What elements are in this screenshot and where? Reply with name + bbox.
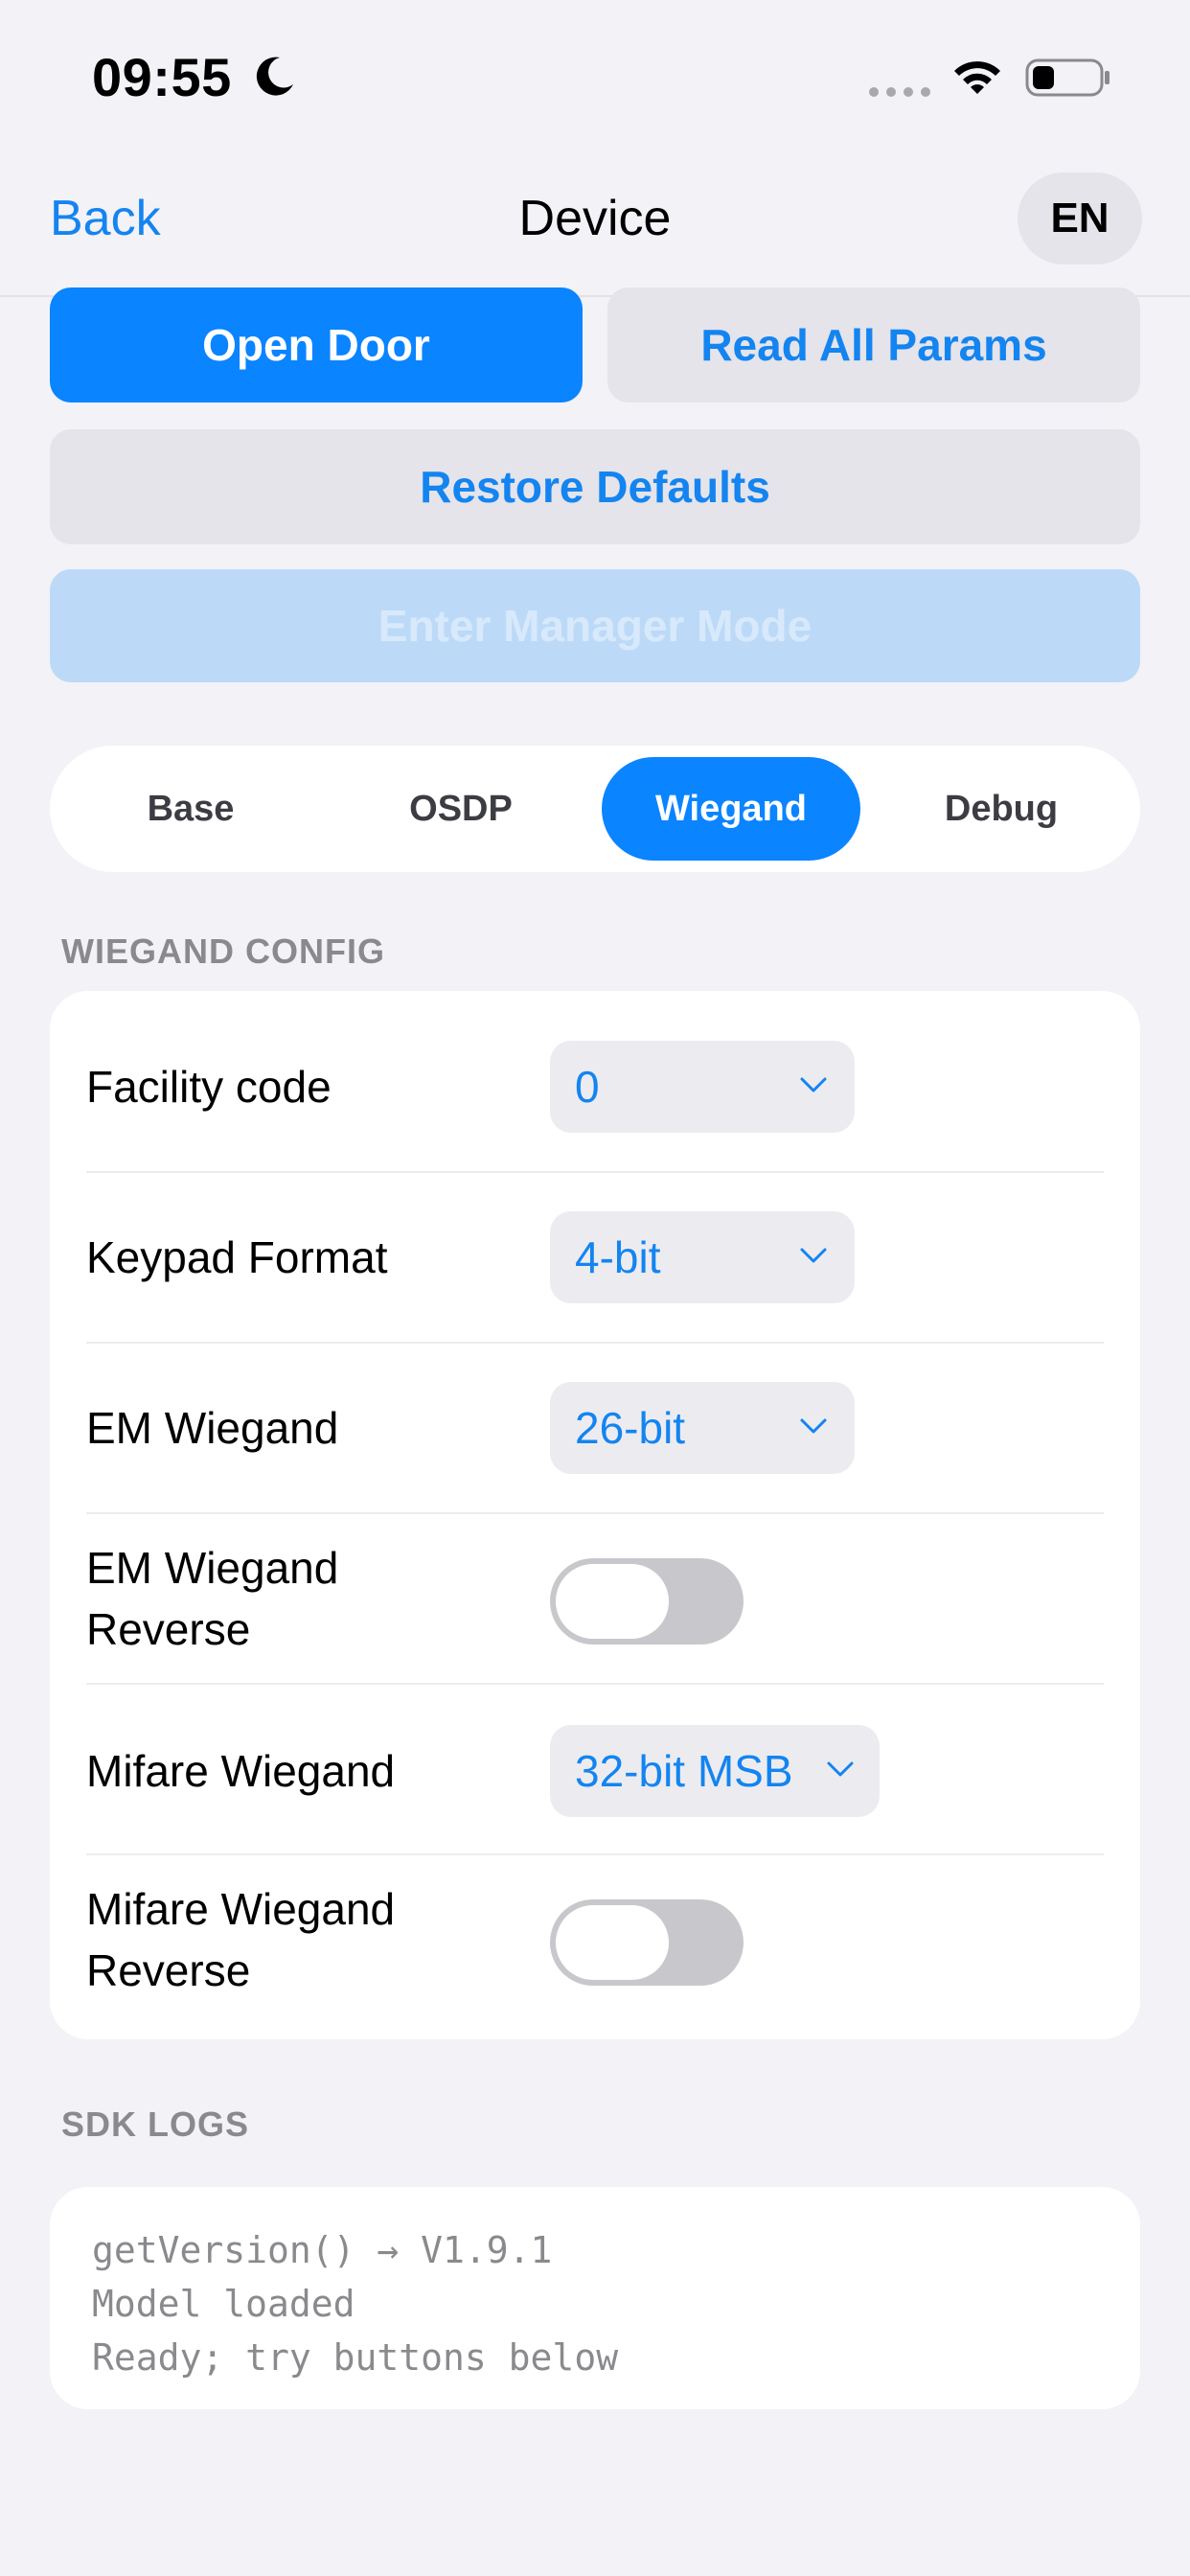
chevron-down-icon bbox=[827, 1761, 854, 1777]
back-button[interactable]: Back bbox=[50, 190, 161, 247]
mifare-wiegand-reverse-label-line2: Reverse bbox=[86, 1945, 251, 1995]
keypad-format-picker[interactable]: 4-bit bbox=[550, 1211, 855, 1303]
toggle-knob bbox=[556, 1905, 669, 1980]
row-divider bbox=[86, 1853, 1104, 1855]
em-wiegand-label: EM Wiegand bbox=[86, 1403, 339, 1453]
mifare-wiegand-picker[interactable]: 32-bit MSB bbox=[550, 1725, 880, 1817]
mifare-wiegand-row: Mifare Wiegand 32-bit MSB bbox=[86, 1725, 1104, 1817]
moon-icon bbox=[256, 57, 293, 96]
facility-code-label: Facility code bbox=[86, 1062, 332, 1112]
battery-icon bbox=[1025, 58, 1110, 97]
chevron-down-icon bbox=[800, 1418, 827, 1434]
chevron-down-icon bbox=[800, 1077, 827, 1092]
language-button[interactable]: EN bbox=[1018, 172, 1142, 264]
device-screen: 09:55 Device Back EN Open Door Read All … bbox=[0, 0, 1190, 2576]
row-divider bbox=[86, 1683, 1104, 1685]
facility-code-value: 0 bbox=[575, 1062, 600, 1112]
mifare-wiegand-reverse-label-line1: Mifare Wiegand bbox=[86, 1884, 396, 1934]
log-line: getVersion() → V1.9.1 bbox=[92, 2229, 553, 2271]
facility-code-picker[interactable]: 0 bbox=[550, 1041, 855, 1133]
cellular-dots-icon bbox=[869, 87, 930, 97]
em-wiegand-reverse-label-line1: EM Wiegand bbox=[86, 1543, 339, 1593]
log-line: Ready; try buttons below bbox=[92, 2336, 619, 2379]
enter-manager-mode-button[interactable]: Enter Manager Mode bbox=[50, 569, 1140, 682]
em-wiegand-reverse-row: EM Wiegand Reverse bbox=[86, 1537, 1104, 1662]
keypad-format-label: Keypad Format bbox=[86, 1232, 388, 1282]
segmented-tabs: Base OSDP Wiegand Debug bbox=[50, 746, 1140, 872]
restore-defaults-button[interactable]: Restore Defaults bbox=[50, 429, 1140, 544]
wiegand-config-header: WIEGAND CONFIG bbox=[61, 932, 385, 971]
keypad-format-row: Keypad Format 4-bit bbox=[86, 1211, 1104, 1303]
row-divider bbox=[86, 1171, 1104, 1173]
sdk-logs-panel: getVersion() → V1.9.1 Model loaded Ready… bbox=[50, 2187, 1140, 2409]
wifi-icon bbox=[954, 61, 1000, 94]
row-divider bbox=[86, 1512, 1104, 1514]
read-all-params-button[interactable]: Read All Params bbox=[607, 288, 1140, 402]
mifare-wiegand-reverse-label: Mifare Wiegand Reverse bbox=[86, 1878, 395, 2001]
status-time: 09:55 bbox=[92, 47, 232, 107]
keypad-format-value: 4-bit bbox=[575, 1232, 661, 1282]
em-wiegand-row: EM Wiegand 26-bit bbox=[86, 1382, 1104, 1474]
log-line: Model loaded bbox=[92, 2283, 355, 2325]
row-divider bbox=[86, 1342, 1104, 1344]
toggle-knob bbox=[556, 1564, 669, 1639]
open-door-button[interactable]: Open Door bbox=[50, 288, 583, 402]
tab-debug[interactable]: Debug bbox=[883, 757, 1119, 861]
em-wiegand-reverse-toggle[interactable] bbox=[550, 1558, 744, 1644]
page-title: Device bbox=[518, 191, 672, 246]
em-wiegand-picker[interactable]: 26-bit bbox=[550, 1382, 855, 1474]
mifare-wiegand-reverse-toggle[interactable] bbox=[550, 1899, 744, 1986]
mifare-wiegand-label: Mifare Wiegand bbox=[86, 1746, 396, 1796]
tab-wiegand[interactable]: Wiegand bbox=[602, 757, 860, 861]
mifare-wiegand-value: 32-bit MSB bbox=[575, 1746, 793, 1796]
status-bar: 09:55 bbox=[0, 0, 1190, 153]
mifare-wiegand-reverse-row: Mifare Wiegand Reverse bbox=[86, 1878, 1104, 2003]
facility-code-row: Facility code 0 bbox=[86, 1041, 1104, 1133]
chevron-down-icon bbox=[800, 1248, 827, 1263]
em-wiegand-reverse-label-line2: Reverse bbox=[86, 1604, 251, 1654]
em-wiegand-reverse-label: EM Wiegand Reverse bbox=[86, 1537, 338, 1660]
sdk-logs-header: SDK LOGS bbox=[61, 2104, 250, 2144]
tab-base[interactable]: Base bbox=[73, 757, 309, 861]
wiegand-config-card: Facility code 0 Keypad Format 4-bit EM W… bbox=[50, 991, 1140, 2039]
nav-bar: Device Back EN bbox=[0, 153, 1190, 297]
tab-osdp[interactable]: OSDP bbox=[343, 757, 579, 861]
em-wiegand-value: 26-bit bbox=[575, 1403, 686, 1453]
